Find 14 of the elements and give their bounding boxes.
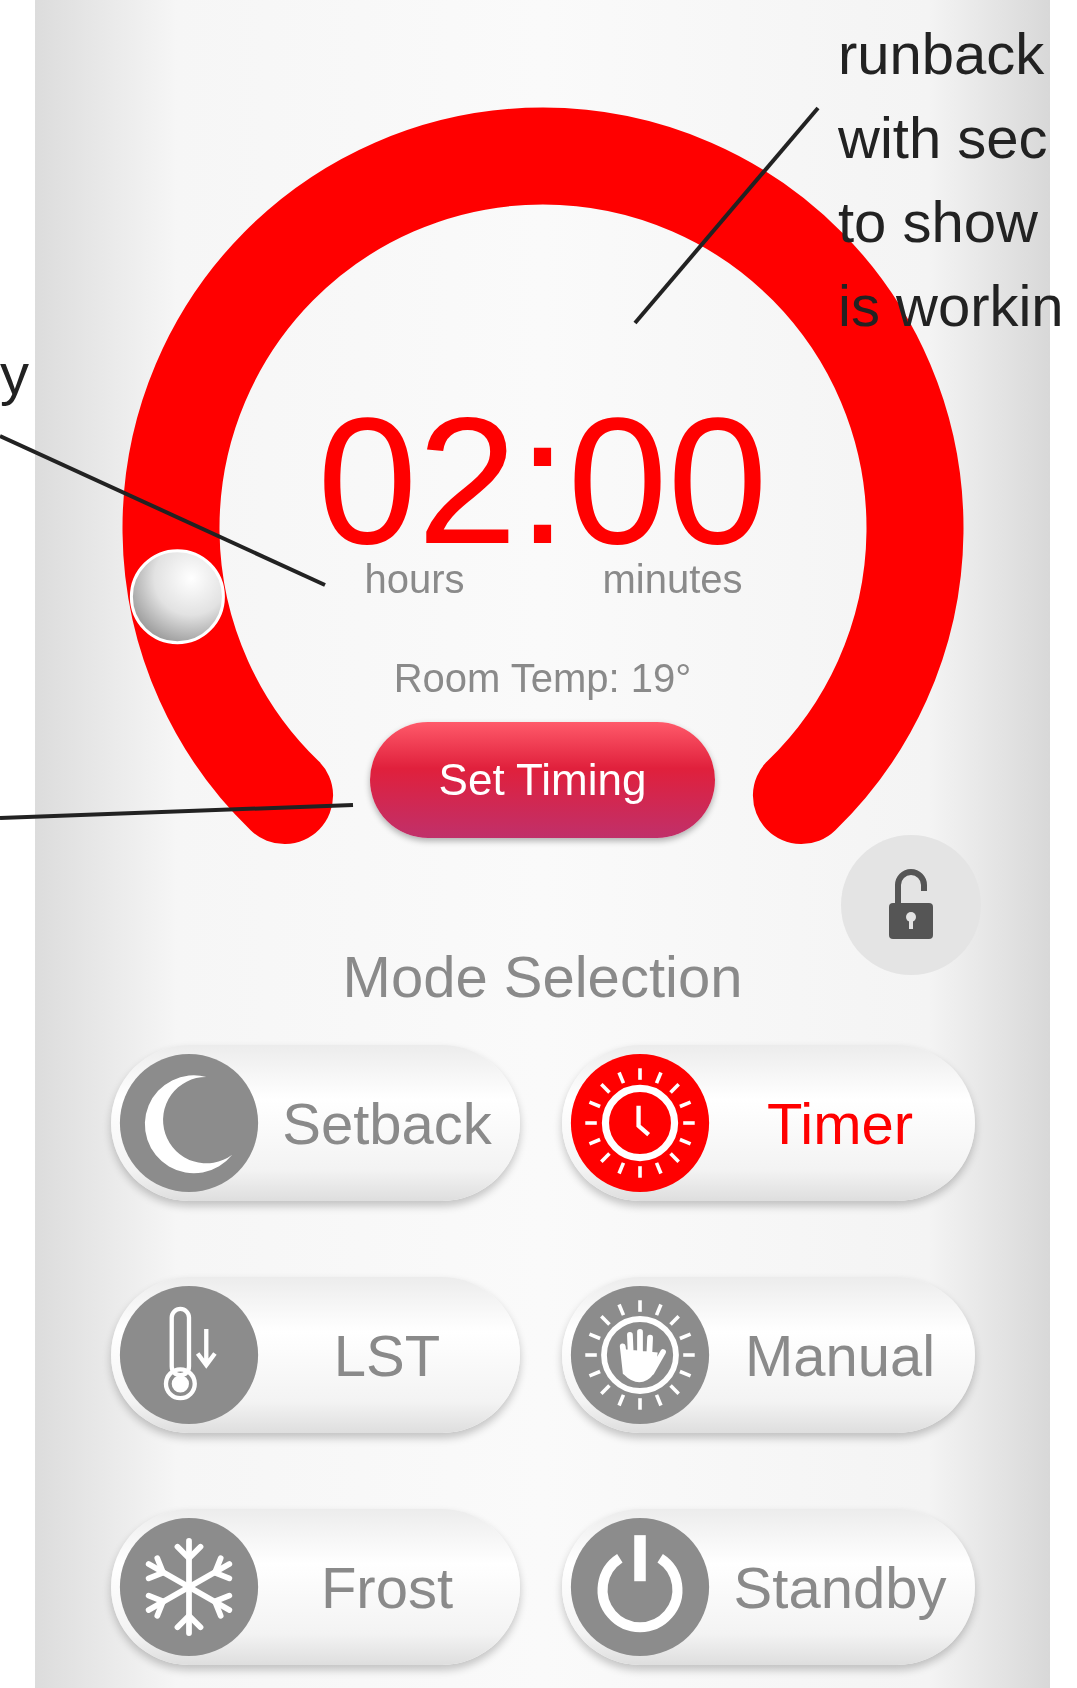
dial-thumb[interactable] [129, 549, 225, 645]
mode-button[interactable]: Frost [110, 1509, 520, 1665]
room-temp-label: Room Temp: 19° [393, 658, 692, 698]
mode-button[interactable]: Standby [561, 1509, 975, 1665]
annotation-text: runback with sec to show is workin [838, 20, 1064, 340]
mode-button[interactable]: Timer [561, 1045, 975, 1201]
mode-button[interactable]: LST [110, 1277, 520, 1433]
mode-button[interactable]: Manual [561, 1277, 975, 1433]
mode-selection-title: Mode Selection [342, 943, 743, 1010]
minutes-label: minutes [602, 559, 743, 599]
annotation-text: y [0, 340, 29, 408]
mode-button[interactable]: Setback [110, 1045, 520, 1201]
set-timing-button[interactable]: Set Timing [370, 722, 715, 838]
hours-label: hours [364, 559, 465, 599]
